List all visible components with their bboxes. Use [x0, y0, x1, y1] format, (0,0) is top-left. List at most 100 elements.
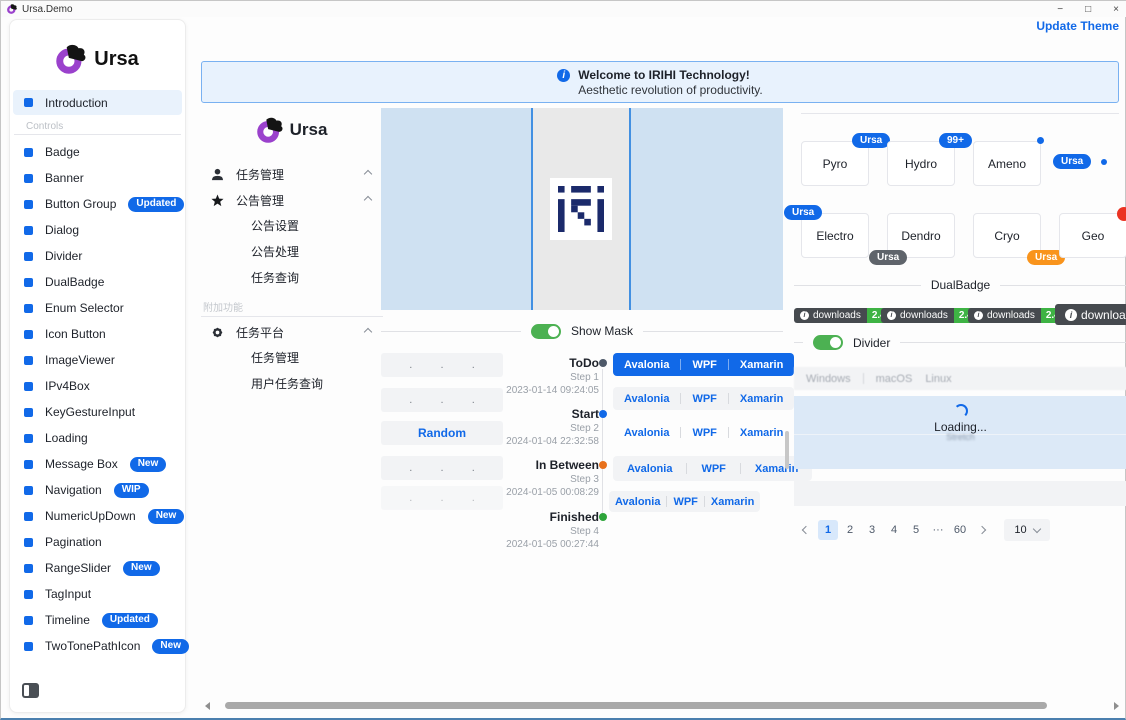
divider-toggle[interactable]: [813, 335, 843, 350]
avalonia-button[interactable]: Avalonia: [613, 427, 680, 439]
badge-card-geo: Geo: [1059, 213, 1126, 258]
menu-group-task-platform[interactable]: 任务平台: [201, 319, 383, 345]
sidebar-item-twotonepathicon[interactable]: TwoTonePathIconNew: [10, 633, 185, 659]
chevron-left-icon: [802, 526, 810, 534]
minimize-button[interactable]: −: [1057, 4, 1063, 15]
chevron-up-icon[interactable]: [364, 196, 372, 204]
sidebar-item-dialog[interactable]: Dialog: [10, 217, 185, 243]
sidebar-item-loading[interactable]: Loading: [10, 425, 185, 451]
close-button[interactable]: ×: [1113, 4, 1119, 15]
sidebar-item-enum-selector[interactable]: Enum Selector: [10, 295, 185, 321]
divider-line: [381, 331, 521, 332]
sidebar-item-divider[interactable]: Divider: [10, 243, 185, 269]
user-icon: [211, 168, 224, 181]
menu-logo: Ursa: [201, 105, 383, 161]
restore-button[interactable]: □: [1085, 4, 1091, 15]
horizontal-scrollbar-thumb[interactable]: [225, 702, 1047, 709]
sidebar-item-imageviewer[interactable]: ImageViewer: [10, 347, 185, 373]
wpf-button[interactable]: WPF: [687, 463, 739, 475]
sidebar-item-taginput[interactable]: TagInput: [10, 581, 185, 607]
page-button-60[interactable]: 60: [950, 520, 970, 540]
tab-windows[interactable]: Windows: [794, 373, 863, 385]
avalonia-button[interactable]: Avalonia: [613, 463, 686, 475]
page-button-3[interactable]: 3: [862, 520, 882, 540]
tab-linux[interactable]: Linux: [925, 373, 963, 385]
sidebar-item-pagination[interactable]: Pagination: [10, 529, 185, 555]
page-button-5[interactable]: 5: [906, 520, 926, 540]
menu-group-task-management[interactable]: 任务管理: [201, 161, 383, 187]
wpf-button[interactable]: WPF: [681, 359, 727, 371]
chevron-up-icon[interactable]: [364, 170, 372, 178]
empty-panel: [794, 481, 1126, 506]
info-icon: i: [887, 311, 896, 320]
sidebar-item-introduction[interactable]: Introduction: [13, 90, 182, 115]
xamarin-button[interactable]: Xamarin: [705, 496, 760, 508]
update-theme-button[interactable]: Update Theme: [1036, 19, 1119, 33]
prev-page-button[interactable]: [796, 520, 816, 540]
ipv4-input[interactable]: ...: [381, 388, 503, 412]
menu-item-task-management[interactable]: 任务管理: [201, 345, 383, 371]
sidebar-item-badge[interactable]: Badge: [10, 139, 185, 165]
wpf-button[interactable]: WPF: [681, 427, 727, 439]
sidebar-item-icon-button[interactable]: Icon Button: [10, 321, 185, 347]
sidebar-item-label: Divider: [45, 249, 82, 263]
random-button[interactable]: Random: [381, 421, 503, 445]
sidebar-item-timeline[interactable]: TimelineUpdated: [10, 607, 185, 633]
square-bullet-icon: [24, 486, 33, 495]
menu-item-user-task-query[interactable]: 用户任务查询: [201, 371, 383, 397]
square-bullet-icon: [24, 226, 33, 235]
avalonia-button[interactable]: Avalonia: [613, 393, 680, 405]
sidebar-item-message-box[interactable]: Message BoxNew: [10, 451, 185, 477]
divider-line: [801, 113, 1119, 114]
page-size-select[interactable]: 10: [1004, 519, 1050, 541]
menu-item-announcement-processing[interactable]: 公告处理: [201, 239, 383, 265]
page-button-2[interactable]: 2: [840, 520, 860, 540]
sidebar-item-ipv4box[interactable]: IPv4Box: [10, 373, 185, 399]
timeline-time: 2024-01-05 00:27:44: [489, 539, 599, 550]
page-ellipsis[interactable]: ···: [928, 520, 948, 540]
chevron-up-icon[interactable]: [364, 328, 372, 336]
menu-item-task-query[interactable]: 任务查询: [201, 265, 383, 291]
ipv4-input[interactable]: ...: [381, 353, 503, 377]
image-viewer[interactable]: [381, 108, 783, 310]
sidebar-item-banner[interactable]: Banner: [10, 165, 185, 191]
card-label: Cryo: [994, 229, 1019, 243]
sidebar-item-keygestureinput[interactable]: KeyGestureInput: [10, 399, 185, 425]
scroll-right-arrow-icon[interactable]: [1114, 702, 1119, 710]
square-bullet-icon: [24, 98, 33, 107]
tab-macos[interactable]: macOS: [864, 373, 925, 385]
timeline-item-start: Start Step 2 2024-01-04 22:32:58: [489, 407, 599, 447]
square-bullet-icon: [24, 512, 33, 521]
avalonia-button[interactable]: Avalonia: [613, 359, 680, 371]
wpf-button[interactable]: WPF: [681, 393, 727, 405]
page-button-4[interactable]: 4: [884, 520, 904, 540]
menu-item-announcement-settings[interactable]: 公告设置: [201, 213, 383, 239]
sidebar-item-dualbadge[interactable]: DualBadge: [10, 269, 185, 295]
button-group-solid: Avalonia WPF Xamarin: [613, 353, 794, 376]
sidebar-item-navigation[interactable]: NavigationWIP: [10, 477, 185, 503]
xamarin-button[interactable]: Xamarin: [729, 393, 794, 405]
sidebar-item-numericupdown[interactable]: NumericUpDownNew: [10, 503, 185, 529]
vertical-scrollbar-thumb[interactable]: [785, 431, 789, 469]
sidebar-item-rangeslider[interactable]: RangeSliderNew: [10, 555, 185, 581]
square-bullet-icon: [24, 330, 33, 339]
menu-logo-text: Ursa: [290, 120, 328, 140]
sidebar-item-button-group[interactable]: Button GroupUpdated: [10, 191, 185, 217]
xamarin-button[interactable]: Xamarin: [729, 359, 794, 371]
menu-group-announcement-management[interactable]: 公告管理: [201, 187, 383, 213]
sidebar-collapse-icon[interactable]: [22, 683, 39, 698]
avalonia-button[interactable]: Avalonia: [609, 496, 666, 508]
ipv4-input[interactable]: ...: [381, 456, 503, 480]
next-page-button[interactable]: [972, 520, 992, 540]
wpf-button[interactable]: WPF: [667, 496, 703, 508]
standalone-ursa-badge: Ursa: [1053, 154, 1091, 169]
dual-badge-label: downloads: [987, 310, 1035, 321]
horizontal-scrollbar[interactable]: [199, 701, 1123, 711]
page-button-1[interactable]: 1: [818, 520, 838, 540]
show-mask-toggle[interactable]: [531, 324, 561, 339]
viewer-crop-region[interactable]: [533, 108, 629, 310]
ipv4-separator: .: [472, 462, 475, 474]
square-bullet-icon: [24, 304, 33, 313]
title-bar: Ursa.Demo − □ ×: [1, 1, 1126, 17]
scroll-left-arrow-icon[interactable]: [205, 702, 210, 710]
